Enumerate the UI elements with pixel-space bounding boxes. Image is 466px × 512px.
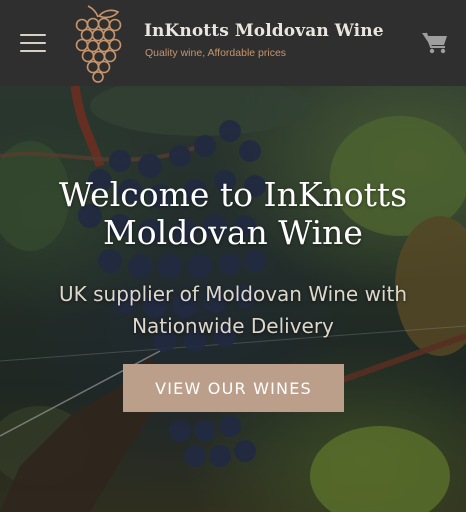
view-our-wines-button[interactable]: VIEW OUR WINES (123, 364, 344, 412)
hero-section: Welcome to InKnotts Moldovan Wine UK sup… (0, 86, 466, 512)
shopping-cart-icon[interactable] (421, 30, 449, 54)
site-header: InKnotts Moldovan Wine Quality wine, Aff… (0, 0, 466, 86)
brand-tagline: Quality wine, Affordable prices (145, 47, 287, 59)
menu-line (20, 42, 46, 44)
menu-line (20, 50, 46, 52)
brand-title[interactable]: InKnotts Moldovan Wine (144, 21, 384, 41)
menu-line (20, 34, 46, 36)
hero-subtitle: UK supplier of Moldovan Wine with Nation… (59, 282, 407, 338)
hero-title: Welcome to InKnotts Moldovan Wine (58, 175, 408, 252)
grape-cluster-logo[interactable] (68, 3, 128, 83)
hamburger-menu-icon[interactable] (20, 33, 46, 53)
